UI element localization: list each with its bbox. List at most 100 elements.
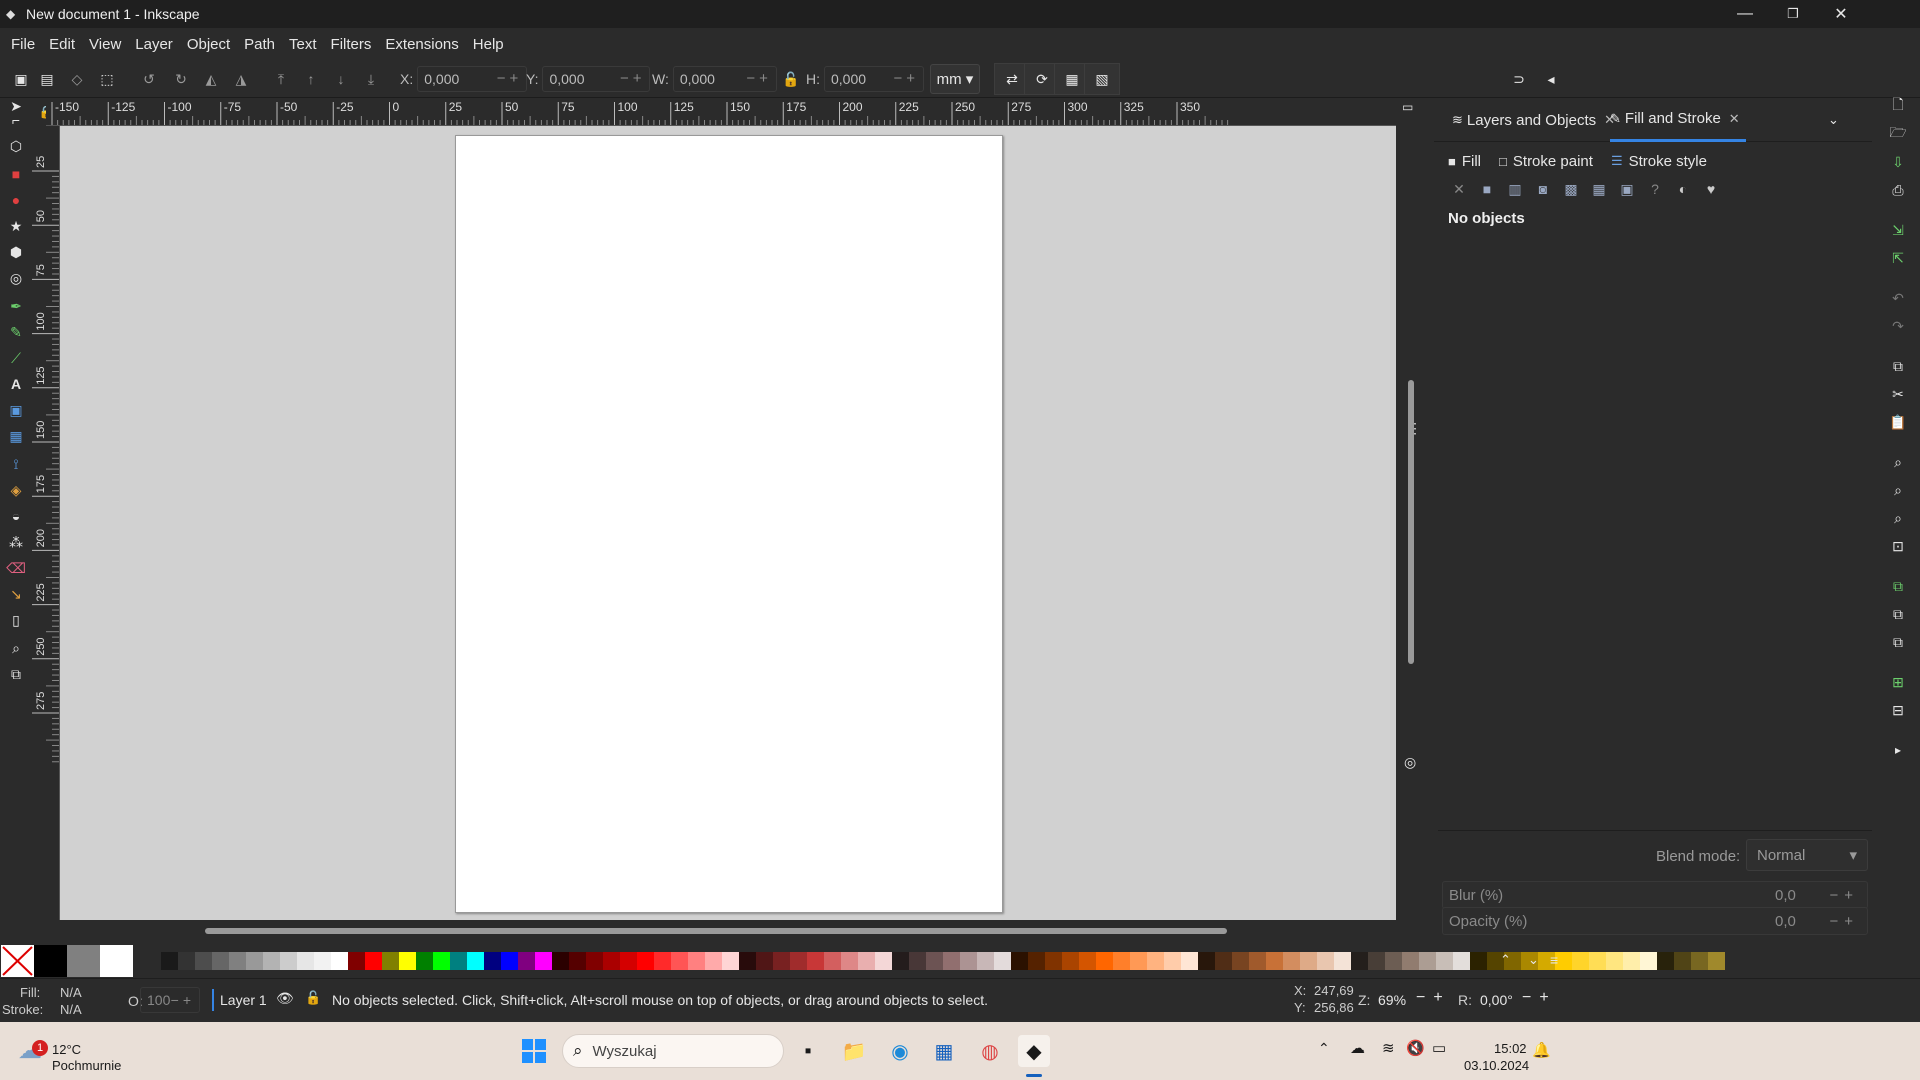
ellipse-tool-icon[interactable]: ● <box>6 190 26 210</box>
spray-tool-icon[interactable]: ⁂ <box>6 532 26 552</box>
dropper-tool-icon[interactable]: ⟟ <box>6 454 26 474</box>
palette-swatch[interactable] <box>790 952 807 970</box>
tray-chevron-up-icon[interactable]: ⌃ <box>1318 1040 1330 1057</box>
palette-swatch[interactable] <box>926 952 943 970</box>
palette-swatch[interactable] <box>195 952 212 970</box>
palette-swatch[interactable] <box>1436 952 1453 970</box>
color-managed-icon[interactable]: ◎ <box>1404 754 1416 771</box>
tab-fill-stroke[interactable]: ✎ Fill and Stroke ✕ <box>1610 98 1746 142</box>
palette-swatch[interactable] <box>212 952 229 970</box>
menu-extensions[interactable]: Extensions <box>378 36 465 53</box>
palette-swatch[interactable] <box>1674 952 1691 970</box>
palette-swatch[interactable] <box>960 952 977 970</box>
palette-swatch[interactable] <box>382 952 399 970</box>
palette-swatch[interactable] <box>1028 952 1045 970</box>
palette-swatch[interactable] <box>1640 952 1657 970</box>
zoom-tool-icon[interactable]: ⌕ <box>6 638 26 658</box>
shape-builder-icon[interactable]: ⬡ <box>6 136 26 156</box>
palette-swatch[interactable] <box>467 952 484 970</box>
menu-file[interactable]: File <box>4 36 42 53</box>
palette-swatch[interactable] <box>1130 952 1147 970</box>
weather-temp[interactable]: 12°C <box>52 1042 81 1057</box>
menu-text[interactable]: Text <box>282 36 324 53</box>
tweak-tool-icon[interactable]: ◒ <box>6 506 26 526</box>
rotate-ccw-icon[interactable]: ↺ <box>138 68 160 90</box>
palette-swatch[interactable] <box>280 952 297 970</box>
start-button[interactable] <box>518 1035 550 1067</box>
cut-icon[interactable]: ✂ <box>1888 384 1908 404</box>
file-explorer-icon[interactable]: 📁 <box>838 1035 870 1067</box>
more-commands-icon[interactable]: ▸ <box>1888 740 1908 760</box>
palette-swatch[interactable] <box>994 952 1011 970</box>
pattern-icon[interactable]: ▦ <box>1588 178 1610 200</box>
group-icon[interactable]: ⊞ <box>1888 672 1908 692</box>
calligraphy-tool-icon[interactable]: ⟋ <box>6 348 26 368</box>
palette-swatch[interactable] <box>365 952 382 970</box>
palette-swatch[interactable] <box>722 952 739 970</box>
palette-swatch[interactable] <box>1708 952 1725 970</box>
fill-rule-evenodd-icon[interactable]: ◐ <box>1672 178 1694 200</box>
palette-swatch[interactable] <box>943 952 960 970</box>
no-paint-icon[interactable]: ✕ <box>1448 178 1470 200</box>
menu-view[interactable]: View <box>82 36 128 53</box>
palette-swatch[interactable] <box>569 952 586 970</box>
no-color-swatch[interactable] <box>1 945 34 977</box>
palette-swatch[interactable] <box>1589 952 1606 970</box>
zoom-page-icon[interactable]: ⌕ <box>1888 508 1908 528</box>
x-input[interactable]: 0,000 −+ <box>417 66 528 92</box>
lower-to-bottom-icon[interactable]: ⤓ <box>360 68 382 90</box>
palette-swatch[interactable] <box>688 952 705 970</box>
gradient-tool-icon[interactable]: ▣ <box>6 400 26 420</box>
palette-swatch[interactable] <box>807 952 824 970</box>
clock-date[interactable]: 03.10.2024 <box>1464 1058 1529 1073</box>
display-mode-icon[interactable]: ▭ <box>1402 100 1422 120</box>
deselect-icon[interactable]: ◇ <box>66 68 88 90</box>
open-file-icon[interactable]: 🗁 <box>1888 124 1908 144</box>
pencil-tool-icon[interactable]: ✎ <box>6 322 26 342</box>
palette-swatch[interactable] <box>399 952 416 970</box>
palette-swatch[interactable] <box>603 952 620 970</box>
stroke-indicator-value[interactable]: N/A <box>60 1002 82 1017</box>
menu-object[interactable]: Object <box>180 36 237 53</box>
raise-icon[interactable]: ↑ <box>300 68 322 90</box>
eraser-tool-icon[interactable]: ⌫ <box>6 558 26 578</box>
menu-layer[interactable]: Layer <box>128 36 180 53</box>
notification-bell-icon[interactable]: 🔔 <box>1532 1041 1551 1059</box>
palette-swatch[interactable] <box>1402 952 1419 970</box>
move-patterns-toggle[interactable]: ▧ <box>1084 63 1120 95</box>
x-stepper[interactable]: −+ <box>497 70 523 87</box>
print-icon[interactable]: ⎙ <box>1888 180 1908 200</box>
palette-swatch[interactable] <box>1419 952 1436 970</box>
dock-menu-chevron-icon[interactable]: ⌄ <box>1828 98 1839 142</box>
w-input[interactable]: 0,000 −+ <box>672 66 777 92</box>
flip-horizontal-icon[interactable]: ◭ <box>200 68 222 90</box>
raise-to-top-icon[interactable]: ⤒ <box>270 68 292 90</box>
palette-swatch[interactable] <box>671 952 688 970</box>
measure-tool-icon[interactable]: ▯ <box>6 610 26 630</box>
palette-swatch[interactable] <box>1317 952 1334 970</box>
clock-time[interactable]: 15:02 <box>1494 1041 1527 1056</box>
unset-paint-icon[interactable]: ? <box>1644 178 1666 200</box>
palette-swatch[interactable] <box>1453 952 1470 970</box>
blend-mode-select[interactable]: Normal ▾ <box>1746 839 1868 871</box>
node-tool-icon[interactable]: ⌐ <box>6 110 26 130</box>
palette-swatch[interactable] <box>1147 952 1164 970</box>
rotate-value[interactable]: 0,00° <box>1480 992 1513 1008</box>
palette-swatch[interactable] <box>1079 952 1096 970</box>
palette-swatch[interactable] <box>416 952 433 970</box>
volume-muted-icon[interactable]: 🔇 <box>1406 1039 1425 1057</box>
taskbar-search[interactable]: ⌕ Wyszukaj <box>562 1034 784 1068</box>
y-input[interactable]: 0,000 −+ <box>542 66 651 92</box>
copy-icon[interactable]: ⧉ <box>1888 356 1908 376</box>
palette-swatch[interactable] <box>246 952 263 970</box>
horizontal-scrollbar[interactable] <box>205 928 1227 934</box>
lower-icon[interactable]: ↓ <box>330 68 352 90</box>
palette-swatch[interactable] <box>314 952 331 970</box>
palette-swatch[interactable] <box>1062 952 1079 970</box>
palette-swatch[interactable] <box>977 952 994 970</box>
palette-swatch[interactable] <box>450 952 467 970</box>
palette-swatch[interactable] <box>654 952 671 970</box>
canvas[interactable] <box>60 126 1396 920</box>
palette-swatch[interactable] <box>229 952 246 970</box>
palette-swatch[interactable] <box>858 952 875 970</box>
